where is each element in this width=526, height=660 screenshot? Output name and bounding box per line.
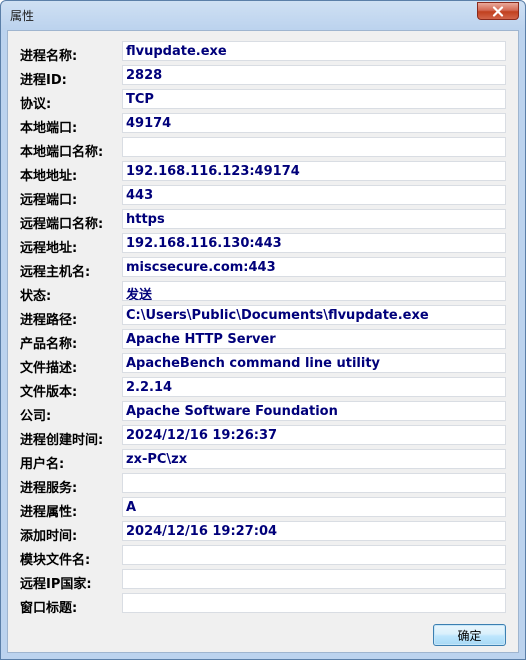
property-label: 进程名称: xyxy=(20,49,78,64)
property-label: 进程路径: xyxy=(20,313,78,328)
property-label: 远程地址: xyxy=(20,241,78,256)
property-row: 添加时间: 2024/12/16 19:27:04 xyxy=(8,521,518,545)
property-value-field[interactable]: 2.2.14 xyxy=(122,377,506,397)
property-value-field[interactable] xyxy=(122,545,506,565)
property-label: 远程IP国家: xyxy=(20,577,92,592)
property-row: 状态: 发送 xyxy=(8,281,518,305)
property-row: 文件描述: ApacheBench command line utility xyxy=(8,353,518,377)
property-value-field[interactable]: zx-PC\zx xyxy=(122,449,506,469)
property-label: 产品名称: xyxy=(20,337,78,352)
property-row: 进程名称: flvupdate.exe xyxy=(8,41,518,65)
property-value-field[interactable]: C:\Users\Public\Documents\flvupdate.exe xyxy=(122,305,506,325)
property-value-field[interactable]: 49174 xyxy=(122,113,506,133)
property-label: 进程属性: xyxy=(20,505,78,520)
property-row: 用户名: zx-PC\zx xyxy=(8,449,518,473)
property-label: 用户名: xyxy=(20,457,65,472)
property-label: 文件描述: xyxy=(20,361,78,376)
close-button[interactable] xyxy=(477,2,519,20)
property-value-field[interactable]: https xyxy=(122,209,506,229)
property-label: 模块文件名: xyxy=(20,553,91,568)
property-row: 远程端口名称: https xyxy=(8,209,518,233)
property-value-field[interactable] xyxy=(122,569,506,589)
property-row: 协议: TCP xyxy=(8,89,518,113)
property-label: 远程主机名: xyxy=(20,265,91,280)
dialog-body: 进程名称: flvupdate.exe 进程ID: 2828 协议: TCP 本地端口: 49… xyxy=(7,30,519,653)
property-label: 进程创建时间: xyxy=(20,433,104,448)
property-value-field[interactable]: TCP xyxy=(122,89,506,109)
property-label: 文件版本: xyxy=(20,385,78,400)
window-title: 属性 xyxy=(10,9,35,23)
property-label: 进程ID: xyxy=(20,73,67,88)
property-row: 远程IP国家: xyxy=(8,569,518,593)
property-value-field[interactable]: 2024/12/16 19:27:04 xyxy=(122,521,506,541)
property-label: 添加时间: xyxy=(20,529,78,544)
property-row: 产品名称: Apache HTTP Server xyxy=(8,329,518,353)
property-label: 本地地址: xyxy=(20,169,78,184)
property-label: 协议: xyxy=(20,97,52,112)
property-value-field[interactable]: 192.168.116.130:443 xyxy=(122,233,506,253)
property-value-field[interactable] xyxy=(122,137,506,157)
title-bar[interactable]: 属性 xyxy=(1,1,525,29)
property-value-field[interactable]: A xyxy=(122,497,506,517)
property-row: 进程服务: xyxy=(8,473,518,497)
property-row: 公司: Apache Software Foundation xyxy=(8,401,518,425)
property-value-field[interactable]: Apache Software Foundation xyxy=(122,401,506,421)
property-row: 进程创建时间: 2024/12/16 19:26:37 xyxy=(8,425,518,449)
property-value-field[interactable]: miscsecure.com:443 xyxy=(122,257,506,277)
property-row: 远程主机名: miscsecure.com:443 xyxy=(8,257,518,281)
property-value-field[interactable]: 192.168.116.123:49174 xyxy=(122,161,506,181)
property-row: 远程地址: 192.168.116.130:443 xyxy=(8,233,518,257)
property-row: 远程端口: 443 xyxy=(8,185,518,209)
property-label: 远程端口: xyxy=(20,193,78,208)
property-row: 窗口标题: xyxy=(8,593,518,617)
ok-button[interactable]: 确定 xyxy=(433,624,506,646)
property-value-field[interactable]: ApacheBench command line utility xyxy=(122,353,506,373)
property-value-field[interactable] xyxy=(122,593,506,613)
property-value-field[interactable]: 2024/12/16 19:26:37 xyxy=(122,425,506,445)
property-label: 远程端口名称: xyxy=(20,217,104,232)
property-row: 本地端口: 49174 xyxy=(8,113,518,137)
property-value-field[interactable]: 2828 xyxy=(122,65,506,85)
property-label: 状态: xyxy=(20,289,52,304)
property-value-field[interactable]: 443 xyxy=(122,185,506,205)
property-row: 进程属性: A xyxy=(8,497,518,521)
property-row: 进程路径: C:\Users\Public\Documents\flvupdate… xyxy=(8,305,518,329)
property-value-field[interactable] xyxy=(122,473,506,493)
property-value-field[interactable]: Apache HTTP Server xyxy=(122,329,506,349)
property-label: 公司: xyxy=(20,409,52,424)
property-value-field[interactable]: 发送 xyxy=(122,281,506,301)
property-row: 模块文件名: xyxy=(8,545,518,569)
property-row: 本地地址: 192.168.116.123:49174 xyxy=(8,161,518,185)
property-label: 窗口标题: xyxy=(20,601,78,616)
property-row: 本地端口名称: xyxy=(8,137,518,161)
property-row: 文件版本: 2.2.14 xyxy=(8,377,518,401)
property-label: 进程服务: xyxy=(20,481,78,496)
properties-dialog: 属性 进程名称: flvupdate.exe 进程ID: 2828 协议: TCP 本地端口… xyxy=(0,0,526,660)
close-icon xyxy=(492,2,504,21)
property-row: 进程ID: 2828 xyxy=(8,65,518,89)
property-value-field[interactable]: flvupdate.exe xyxy=(122,41,506,61)
property-label: 本地端口名称: xyxy=(20,145,104,160)
property-label: 本地端口: xyxy=(20,121,78,136)
